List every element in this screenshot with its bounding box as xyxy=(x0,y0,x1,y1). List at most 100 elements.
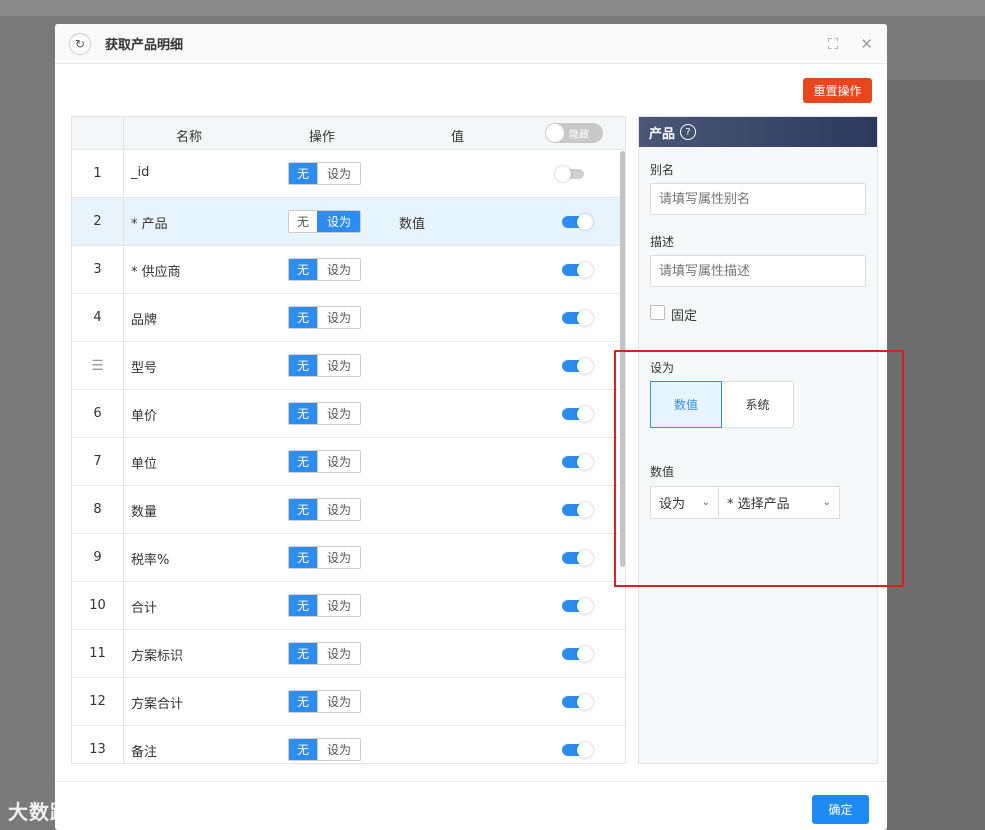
row-name: 数量 xyxy=(131,505,158,520)
row-name: 型号 xyxy=(131,361,158,376)
op-none-button[interactable]: 无 xyxy=(289,307,317,328)
table-row[interactable]: 4 品牌 无设为 xyxy=(72,294,625,342)
op-set-button[interactable]: 设为 xyxy=(317,499,360,520)
op-none-button[interactable]: 无 xyxy=(289,643,317,664)
row-visible-switch[interactable] xyxy=(562,550,593,566)
fixed-label: 固定 xyxy=(671,309,698,324)
table-row[interactable]: 7 单位 无设为 xyxy=(72,438,625,486)
table-row[interactable]: 11 方案标识 无设为 xyxy=(72,630,625,678)
row-index-cell: 10 xyxy=(72,582,124,629)
row-visible-switch[interactable] xyxy=(562,406,593,422)
fullscreen-icon[interactable]: ⛶ xyxy=(828,35,839,53)
op-none-button[interactable]: 无 xyxy=(289,691,317,712)
row-visible-switch[interactable] xyxy=(562,598,593,614)
op-set-button[interactable]: 设为 xyxy=(317,355,360,376)
reset-operation-button[interactable]: 重置操作 xyxy=(803,78,872,103)
row-name: _id xyxy=(131,165,150,180)
operation-segment: 无设为 xyxy=(288,258,361,281)
table-row[interactable]: 8 数量 无设为 xyxy=(72,486,625,534)
op-none-button[interactable]: 无 xyxy=(289,547,317,568)
row-visible-switch[interactable] xyxy=(562,262,593,278)
op-set-button[interactable]: 设为 xyxy=(317,691,360,712)
operation-segment: 无设为 xyxy=(288,738,361,761)
table-row[interactable]: 12 方案合计 无设为 xyxy=(72,678,625,726)
row-visible-switch[interactable] xyxy=(562,502,593,518)
row-index-cell: 7 xyxy=(72,438,124,485)
panel-title: 产品 xyxy=(649,126,676,142)
row-visible-switch[interactable] xyxy=(562,646,593,662)
row-visible-switch[interactable] xyxy=(562,694,593,710)
table-row[interactable]: 6 单价 无设为 xyxy=(72,390,625,438)
op-set-button[interactable]: 设为 xyxy=(317,595,360,616)
table-row[interactable]: 1 _id 无设为 xyxy=(72,150,625,198)
op-none-button[interactable]: 无 xyxy=(289,403,317,424)
op-none-button[interactable]: 无 xyxy=(289,499,317,520)
row-index: 11 xyxy=(89,646,106,661)
row-index: 3 xyxy=(93,262,102,277)
table-row[interactable]: 13 备注 无设为 xyxy=(72,726,625,763)
table-row[interactable]: 2 * 产品 无设为 数值 xyxy=(72,198,625,246)
table-row[interactable]: 10 合计 无设为 xyxy=(72,582,625,630)
row-index: 1 xyxy=(93,166,102,181)
modal-header: ↻ 获取产品明细 ⛶ ✕ xyxy=(55,24,887,64)
row-index: 7 xyxy=(93,454,102,469)
op-none-button[interactable]: 无 xyxy=(289,163,317,184)
table-header: 名称 操作 值 隐藏 xyxy=(72,117,625,150)
row-index-cell: ☰ xyxy=(72,342,124,389)
op-none-button[interactable]: 无 xyxy=(289,739,317,760)
row-index: 2 xyxy=(93,214,102,229)
close-icon[interactable]: ✕ xyxy=(860,35,873,53)
hide-toggle[interactable]: 隐藏 xyxy=(545,123,603,143)
watermark: 大数跨境 xyxy=(8,800,92,824)
row-index-cell: 13 xyxy=(72,726,124,763)
row-value[interactable]: 数值 xyxy=(399,213,425,232)
modal-footer: 确定 xyxy=(55,781,887,830)
operation-segment: 无设为 xyxy=(288,402,361,425)
desc-label: 描述 xyxy=(650,235,675,249)
drag-handle-icon[interactable]: ☰ xyxy=(91,358,104,374)
row-name: 方案合计 xyxy=(131,697,184,712)
op-none-button[interactable]: 无 xyxy=(289,595,317,616)
table-row[interactable]: 9 税率% 无设为 xyxy=(72,534,625,582)
row-visible-switch[interactable] xyxy=(555,166,584,182)
desc-input[interactable] xyxy=(650,255,866,287)
row-name: 品牌 xyxy=(131,313,158,328)
row-index: 6 xyxy=(93,406,102,421)
alias-label: 别名 xyxy=(650,163,675,177)
fixed-checkbox[interactable] xyxy=(650,305,665,320)
op-set-button[interactable]: 设为 xyxy=(317,259,360,280)
refresh-icon[interactable]: ↻ xyxy=(69,32,91,55)
help-icon[interactable]: ? xyxy=(680,124,697,140)
header-name: 名称 xyxy=(176,130,203,145)
op-set-button[interactable]: 设为 xyxy=(317,307,360,328)
op-set-button[interactable]: 设为 xyxy=(317,163,360,184)
op-set-button[interactable]: 设为 xyxy=(317,451,360,472)
operation-segment: 无设为 xyxy=(288,162,361,185)
op-set-button[interactable]: 设为 xyxy=(317,643,360,664)
header-value: 值 xyxy=(451,130,465,145)
op-set-button[interactable]: 设为 xyxy=(317,739,360,760)
row-visible-switch[interactable] xyxy=(562,454,593,470)
row-index: 10 xyxy=(89,598,106,613)
row-visible-switch[interactable] xyxy=(562,358,593,374)
row-name: 税率% xyxy=(131,553,170,568)
op-none-button[interactable]: 无 xyxy=(289,259,317,280)
table-row[interactable]: ☰ 型号 无设为 xyxy=(72,342,625,390)
op-none-button[interactable]: 无 xyxy=(289,355,317,376)
operation-segment: 无设为 xyxy=(288,306,361,329)
row-visible-switch[interactable] xyxy=(562,310,593,326)
op-none-button[interactable]: 无 xyxy=(289,451,317,472)
op-set-button[interactable]: 设为 xyxy=(317,211,360,232)
ok-button[interactable]: 确定 xyxy=(812,795,869,824)
modal-title: 获取产品明细 xyxy=(105,38,184,53)
table-row[interactable]: 3 * 供应商 无设为 xyxy=(72,246,625,294)
row-visible-switch[interactable] xyxy=(562,214,593,230)
row-index-cell: 6 xyxy=(72,390,124,437)
field-table: 名称 操作 值 隐藏 1 _id 无设为 2 * 产品无设为 数值 3 * 供应商无设为 4 品牌… xyxy=(71,116,626,764)
panel-header: 产品 ? xyxy=(639,117,877,147)
alias-input[interactable] xyxy=(650,183,866,215)
op-none-button[interactable]: 无 xyxy=(289,211,317,232)
op-set-button[interactable]: 设为 xyxy=(317,547,360,568)
op-set-button[interactable]: 设为 xyxy=(317,403,360,424)
row-visible-switch[interactable] xyxy=(562,742,593,758)
